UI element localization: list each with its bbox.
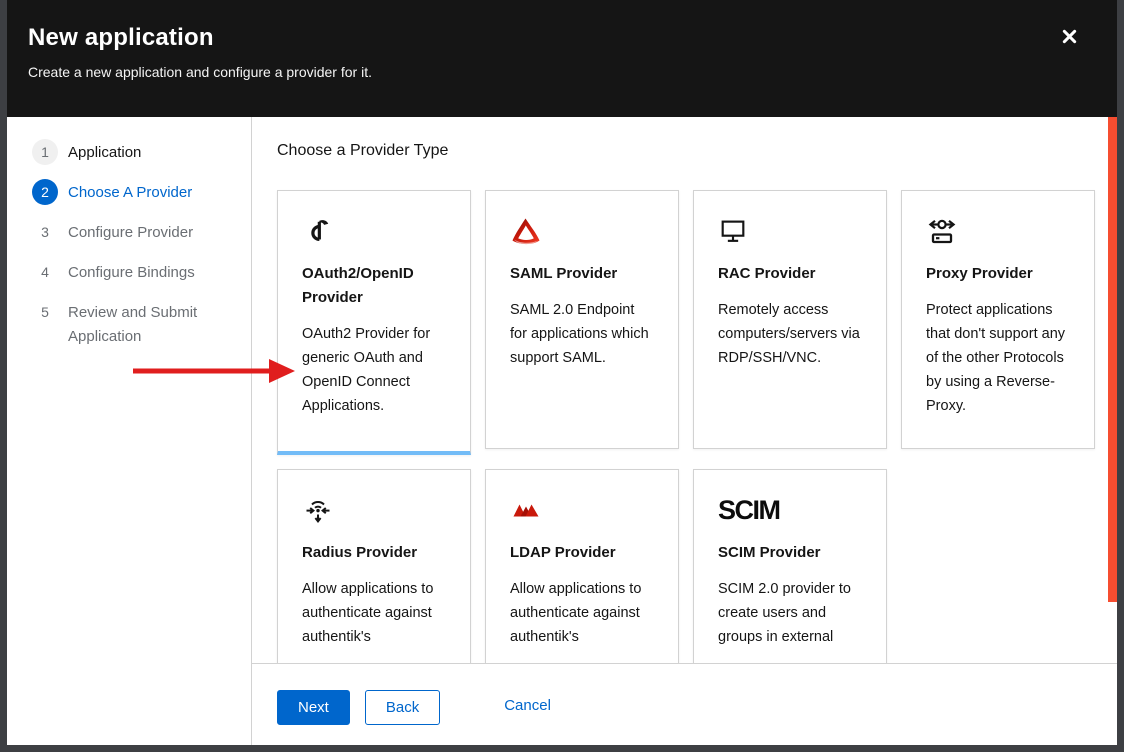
- wizard-step[interactable]: 4 Configure Bindings: [32, 259, 241, 285]
- close-icon: [1062, 29, 1077, 47]
- provider-card-description: SAML 2.0 Endpoint for applications which…: [510, 298, 654, 370]
- provider-card-description: Remotely access computers/servers via RD…: [718, 298, 862, 370]
- new-application-modal: New application Create a new application…: [7, 0, 1117, 745]
- provider-card-title: RAC Provider: [718, 262, 862, 286]
- provider-card-rac[interactable]: RAC Provider Remotely access computers/s…: [693, 190, 887, 449]
- step-number: 2: [32, 179, 58, 205]
- modal-subtitle: Create a new application and configure a…: [28, 64, 1117, 80]
- provider-card-description: Allow applications to authenticate again…: [302, 577, 446, 649]
- wizard-footer: Next Back Cancel: [252, 663, 1117, 745]
- modal-header: New application Create a new application…: [7, 0, 1117, 117]
- step-number: 5: [32, 299, 58, 325]
- scim-logo: SCIM: [718, 495, 862, 527]
- step-label: Review and Submit Application: [68, 299, 233, 349]
- provider-card-title: Proxy Provider: [926, 262, 1070, 286]
- provider-scroll-area: Choose a Provider Type OAuth2/OpenID Pro…: [252, 117, 1117, 663]
- modal-title: New application: [28, 24, 1117, 52]
- red-scrollbar-thumb[interactable]: [1108, 117, 1117, 602]
- provider-card-description: OAuth2 Provider for generic OAuth and Op…: [302, 322, 446, 418]
- provider-card-radius[interactable]: Radius Provider Allow applications to au…: [277, 469, 471, 663]
- provider-card-title: SAML Provider: [510, 262, 654, 286]
- provider-card-title: LDAP Provider: [510, 541, 654, 565]
- proxy-icon: [926, 216, 1070, 248]
- main-panel: Choose a Provider Type OAuth2/OpenID Pro…: [252, 117, 1117, 745]
- next-button[interactable]: Next: [277, 690, 350, 725]
- wizard-step[interactable]: 5 Review and Submit Application: [32, 299, 241, 349]
- openid-icon: [302, 216, 446, 248]
- step-number: 4: [32, 259, 58, 285]
- wizard-steps-nav: 1 Application 2 Choose A Provider 3 Conf…: [7, 117, 252, 745]
- provider-card-saml[interactable]: SAML Provider SAML 2.0 Endpoint for appl…: [485, 190, 679, 449]
- provider-card-title: SCIM Provider: [718, 541, 862, 565]
- back-button[interactable]: Back: [365, 690, 440, 725]
- radius-icon: [302, 495, 446, 527]
- ldap-icon: [510, 495, 654, 527]
- step-label: Application: [68, 139, 141, 165]
- provider-card-proxy[interactable]: Proxy Provider Protect applications that…: [901, 190, 1095, 449]
- step-label: Choose A Provider: [68, 179, 192, 205]
- modal-body: 1 Application 2 Choose A Provider 3 Conf…: [7, 117, 1117, 745]
- wizard-step[interactable]: 1 Application: [32, 139, 241, 165]
- step-number: 3: [32, 219, 58, 245]
- provider-card-grid: OAuth2/OpenID Provider OAuth2 Provider f…: [277, 190, 1096, 663]
- step-label: Configure Bindings: [68, 259, 195, 285]
- provider-card-oauth2[interactable]: OAuth2/OpenID Provider OAuth2 Provider f…: [277, 190, 471, 455]
- monitor-icon: [718, 216, 862, 248]
- wizard-step[interactable]: 2 Choose A Provider: [32, 179, 241, 205]
- content-heading: Choose a Provider Type: [277, 141, 1096, 161]
- provider-card-description: Protect applications that don't support …: [926, 298, 1070, 418]
- provider-card-description: SCIM 2.0 provider to create users and gr…: [718, 577, 862, 649]
- provider-card-ldap[interactable]: LDAP Provider Allow applications to auth…: [485, 469, 679, 663]
- provider-card-scim[interactable]: SCIM SCIM Provider SCIM 2.0 provider to …: [693, 469, 887, 663]
- cancel-button[interactable]: Cancel: [504, 690, 551, 721]
- close-button[interactable]: [1059, 28, 1079, 48]
- step-label: Configure Provider: [68, 219, 193, 245]
- provider-card-title: OAuth2/OpenID Provider: [302, 262, 446, 310]
- provider-card-description: Allow applications to authenticate again…: [510, 577, 654, 649]
- provider-card-title: Radius Provider: [302, 541, 446, 565]
- wizard-step[interactable]: 3 Configure Provider: [32, 219, 241, 245]
- step-number: 1: [32, 139, 58, 165]
- saml-icon: [510, 216, 654, 248]
